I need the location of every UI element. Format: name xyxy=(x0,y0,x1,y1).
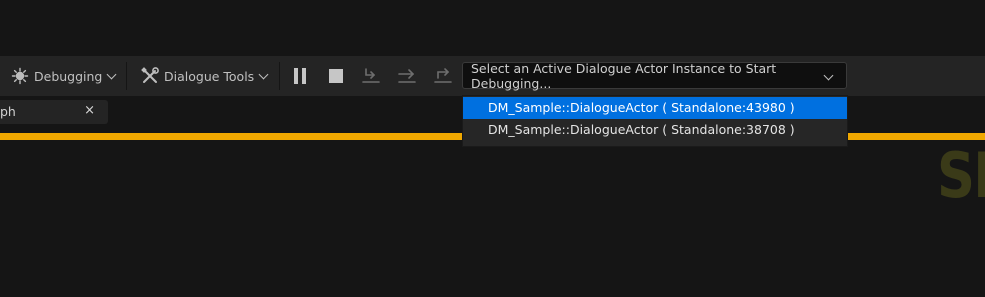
graph-watermark-text: SI xyxy=(937,139,985,212)
dialogue-tools-menu-button[interactable]: Dialogue Tools xyxy=(139,56,269,96)
step-into-button[interactable] xyxy=(361,66,381,86)
chevron-down-icon xyxy=(258,69,269,79)
close-icon[interactable]: × xyxy=(84,103,95,118)
toolbar-separator xyxy=(279,62,280,90)
instance-option[interactable]: DM_Sample::DialogueActor ( Standalone:43… xyxy=(463,97,847,119)
step-over-icon xyxy=(398,69,416,83)
wrench-screwdriver-icon xyxy=(139,66,161,86)
graph-tab-label: ph xyxy=(0,104,16,119)
stop-icon xyxy=(329,69,343,83)
bug-icon xyxy=(10,66,30,86)
step-out-button[interactable] xyxy=(433,66,453,86)
debugging-menu-button[interactable]: Debugging xyxy=(10,56,117,96)
instance-dropdown-list: DM_Sample::DialogueActor ( Standalone:43… xyxy=(462,95,848,147)
graph-tab[interactable]: ph × xyxy=(0,100,108,124)
instance-option[interactable]: DM_Sample::DialogueActor ( Standalone:38… xyxy=(463,119,847,141)
step-into-icon xyxy=(362,68,380,83)
instance-option-label: DM_Sample::DialogueActor ( Standalone:38… xyxy=(488,122,795,137)
step-out-icon xyxy=(434,68,452,83)
pause-button[interactable] xyxy=(290,66,310,86)
chevron-down-icon xyxy=(106,69,117,79)
step-over-button[interactable] xyxy=(397,66,417,86)
top-strip xyxy=(0,0,985,56)
toolbar-separator xyxy=(126,62,127,90)
pause-icon xyxy=(294,68,306,84)
dialogue-tools-label: Dialogue Tools xyxy=(164,68,255,84)
debugging-label: Debugging xyxy=(34,68,103,84)
stop-button[interactable] xyxy=(326,66,346,86)
instance-select-placeholder: Select an Active Dialogue Actor Instance… xyxy=(471,60,777,91)
instance-select[interactable]: Select an Active Dialogue Actor Instance… xyxy=(462,60,847,91)
instance-option-label: DM_Sample::DialogueActor ( Standalone:43… xyxy=(488,100,795,115)
